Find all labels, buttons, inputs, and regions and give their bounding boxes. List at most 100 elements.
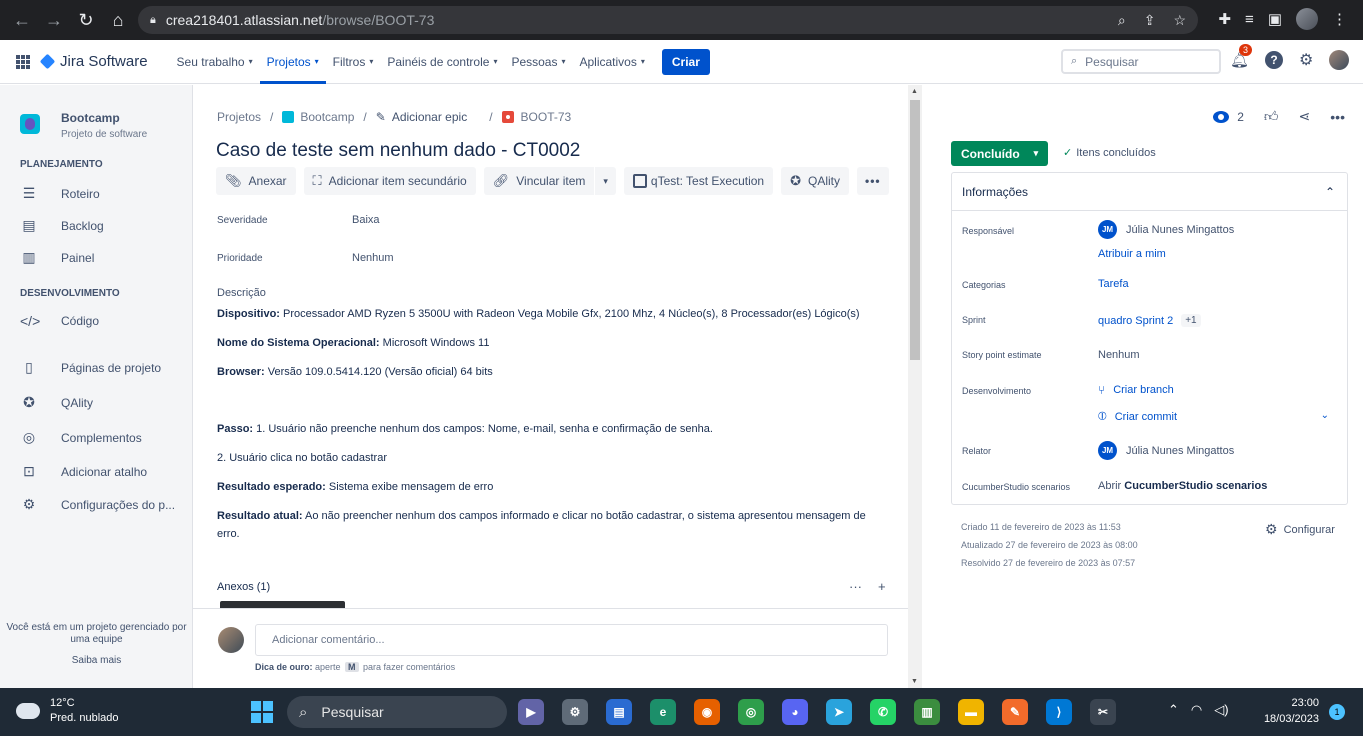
add-epic-link[interactable]: Adicionar epic: [392, 110, 467, 124]
chevron-down-icon[interactable]: ⌄: [1321, 410, 1329, 421]
sidebar-item-codigo[interactable]: </> Código: [20, 313, 99, 329]
address-bar[interactable]: 🔒︎ crea218401.atlassian.net/browse/BOOT-…: [138, 6, 1198, 34]
scrollbar-thumb[interactable]: [910, 100, 920, 360]
file-explorer-icon[interactable]: ▬: [958, 699, 984, 725]
configure-button[interactable]: ⚙ Configurar: [1265, 521, 1335, 538]
app-switcher-icon[interactable]: [16, 54, 30, 69]
zoom-icon[interactable]: ⌕: [1118, 12, 1126, 29]
sidebar-item-complementos[interactable]: ◎ Complementos: [20, 429, 142, 446]
back-icon[interactable]: ←: [6, 4, 38, 36]
severity-value[interactable]: Baixa: [352, 214, 380, 226]
desc-step2[interactable]: 2. Usuário clica no botão cadastrar: [217, 449, 867, 467]
sidebar-item-paginas[interactable]: ▯ Páginas de projeto: [20, 359, 161, 376]
help-icon[interactable]: ?: [1265, 51, 1284, 69]
notification-count-badge[interactable]: 1: [1329, 704, 1345, 720]
clock[interactable]: 23:00 18/03/2023: [1264, 697, 1319, 725]
sidebar-item-configuracoes[interactable]: ⚙ Configurações do p...: [20, 496, 175, 513]
issue-title[interactable]: Caso de teste sem nenhum dado - CT0002: [216, 140, 580, 162]
crumb-project[interactable]: Bootcamp: [300, 110, 354, 124]
chrome-icon[interactable]: ◎: [738, 699, 764, 725]
weather-widget[interactable]: 12°C Pred. nublado: [14, 696, 119, 724]
telegram-icon[interactable]: ➤: [826, 699, 852, 725]
nav-filtros[interactable]: Filtros ▾: [326, 40, 381, 84]
attachment-thumbnail[interactable]: [220, 601, 345, 608]
taskmanager-icon[interactable]: ▥: [914, 699, 940, 725]
wifi-icon[interactable]: ◠: [1191, 702, 1202, 718]
story-points-value[interactable]: Nenhum: [1098, 349, 1140, 361]
status-button[interactable]: Concluído ▾: [951, 141, 1049, 166]
add-child-button[interactable]: ⛶ Adicionar item secundário: [303, 167, 476, 195]
menu-icon[interactable]: ⋮: [1332, 10, 1347, 28]
sidebar-item-qality[interactable]: ✪ QAlity: [20, 394, 93, 411]
nav-seu-trabalho[interactable]: Seu trabalho ▾: [170, 40, 260, 84]
sprint-value[interactable]: quadro Sprint 2 +1: [1098, 314, 1201, 327]
tray-chevron-icon[interactable]: ⌃: [1168, 702, 1179, 718]
snipping-tool-icon[interactable]: ✂: [1090, 699, 1116, 725]
desc-os[interactable]: Nome do Sistema Operacional: Microsoft W…: [217, 334, 867, 352]
attachments-more-icon[interactable]: ···: [849, 579, 862, 594]
nav-pessoas[interactable]: Pessoas ▾: [504, 40, 572, 84]
bookmark-star-icon[interactable]: ☆: [1173, 12, 1186, 29]
share-icon[interactable]: ⋖: [1299, 108, 1311, 125]
store-icon[interactable]: ▤: [606, 699, 632, 725]
learn-more-link[interactable]: Saiba mais: [0, 655, 193, 667]
forward-icon[interactable]: →: [38, 4, 70, 36]
attach-button[interactable]: 📎︎ Anexar: [216, 167, 296, 195]
sidebar-item-roteiro[interactable]: ☰ Roteiro: [20, 185, 100, 202]
labels-value[interactable]: Tarefa: [1098, 278, 1129, 290]
reload-icon[interactable]: ↻: [70, 4, 102, 36]
main-scrollbar[interactable]: ▲ ▼: [908, 85, 922, 688]
sidepanel-icon[interactable]: ▣: [1268, 10, 1282, 28]
sidebar-item-atalho[interactable]: ⊡ Adicionar atalho: [20, 463, 147, 480]
volume-icon[interactable]: ◁): [1214, 702, 1228, 718]
desc-step[interactable]: Passo: 1. Usuário não preenche nenhum do…: [217, 420, 867, 438]
edge-icon[interactable]: e: [650, 699, 676, 725]
sidebar-item-backlog[interactable]: ▤ Backlog: [20, 217, 103, 234]
more-icon[interactable]: •••: [1330, 109, 1345, 125]
notifications-icon[interactable]: 🔔︎ 3: [1230, 44, 1253, 69]
desc-expected[interactable]: Resultado esperado: Sistema exibe mensag…: [217, 478, 867, 496]
create-button[interactable]: Criar: [661, 48, 710, 75]
desc-device[interactable]: Dispositivo: Processador AMD Ryzen 5 350…: [217, 305, 867, 323]
settings-icon[interactable]: ⚙: [1299, 50, 1313, 70]
reporter-value[interactable]: JM Júlia Nunes Mingattos: [1098, 441, 1234, 460]
sidebar-item-painel[interactable]: ▥ Painel: [20, 249, 94, 266]
extensions-icon[interactable]: ✚: [1218, 10, 1231, 28]
settings-app-icon[interactable]: ⚙: [562, 699, 588, 725]
home-icon[interactable]: ⌂: [102, 4, 134, 36]
firefox-icon[interactable]: ◉: [694, 699, 720, 725]
create-commit-link[interactable]: ⦶ Criar commit: [1098, 409, 1177, 424]
watchers-button[interactable]: 2: [1213, 110, 1244, 124]
nav-projetos[interactable]: Projetos ▾: [259, 40, 326, 84]
jira-logo[interactable]: Jira Software: [39, 53, 148, 70]
link-issue-button[interactable]: 🔗︎ Vincular item ▾: [483, 167, 616, 195]
desc-browser[interactable]: Browser: Versão 109.0.5414.120 (Versão o…: [217, 363, 867, 381]
nav-paineis[interactable]: Painéis de controle ▾: [380, 40, 504, 84]
vscode-icon[interactable]: ⟩: [1046, 699, 1072, 725]
crumb-issue-key[interactable]: BOOT-73: [521, 110, 572, 124]
project-header[interactable]: Bootcamp Projeto de software: [20, 109, 147, 140]
priority-value[interactable]: Nenhum: [352, 252, 394, 264]
user-avatar[interactable]: [1329, 50, 1350, 70]
discord-icon[interactable]: ◕: [782, 699, 808, 725]
like-icon[interactable]: 👍︎: [1264, 108, 1279, 125]
postman-icon[interactable]: ✎: [1002, 699, 1028, 725]
create-branch-link[interactable]: ⑂ Criar branch: [1098, 383, 1174, 397]
search-input[interactable]: ⌕ Pesquisar: [1061, 49, 1221, 74]
info-panel-header[interactable]: Informações ⌃: [952, 173, 1347, 211]
assign-to-me-link[interactable]: Atribuir a mim: [1098, 248, 1166, 260]
assignee-value[interactable]: JM Júlia Nunes Mingattos: [1098, 220, 1234, 239]
nav-aplicativos[interactable]: Aplicativos ▾: [573, 40, 652, 84]
share-icon[interactable]: ⇪: [1144, 12, 1156, 29]
media-icon[interactable]: ≡: [1245, 11, 1254, 28]
desc-actual[interactable]: Resultado atual: Ao não preencher nenhum…: [217, 507, 867, 543]
taskbar-search[interactable]: ⌕ Pesquisar: [287, 696, 507, 728]
qality-button[interactable]: ✪ QAlity: [781, 167, 850, 195]
profile-avatar[interactable]: [1296, 8, 1318, 30]
cucumber-link[interactable]: Abrir CucumberStudio scenarios: [1098, 480, 1267, 492]
crumb-projects[interactable]: Projetos: [217, 110, 261, 124]
start-button[interactable]: [251, 701, 273, 723]
whatsapp-icon[interactable]: ✆: [870, 699, 896, 725]
add-attachment-icon[interactable]: +: [878, 579, 886, 594]
qtest-button[interactable]: qTest: Test Execution: [623, 167, 774, 195]
